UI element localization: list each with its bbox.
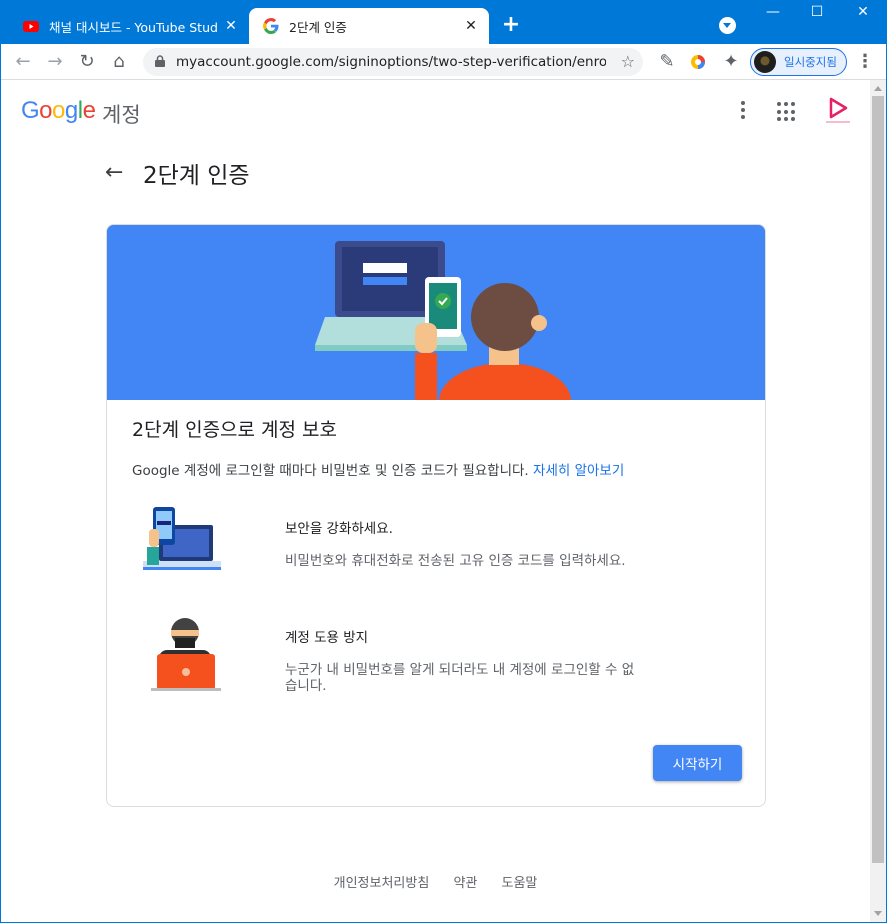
- tab-two-step[interactable]: 2단계 인증 ✕: [249, 8, 489, 44]
- tab-title: 2단계 인증: [289, 19, 347, 35]
- hero-illustration: [107, 225, 765, 400]
- logo-letter: g: [64, 97, 78, 124]
- channel-brand-icon[interactable]: [821, 96, 855, 126]
- footer: 개인정보처리방침 약관 도움말: [1, 872, 870, 891]
- color-extension-icon[interactable]: [690, 54, 706, 70]
- youtube-icon: [23, 21, 39, 32]
- page-scrollbar[interactable]: [870, 80, 886, 922]
- browser-toolbar: ← → ↻ ⌂ myaccount.google.com/signinoptio…: [1, 44, 886, 80]
- apps-grid-icon[interactable]: [777, 102, 797, 122]
- learn-more-link[interactable]: 자세히 알아보기: [533, 463, 624, 479]
- bookmark-star-icon[interactable]: ☆: [621, 48, 635, 76]
- logo-letter: G: [21, 97, 40, 124]
- profile-button[interactable]: 일시중지됨: [750, 48, 847, 76]
- new-tab-icon[interactable]: +: [499, 12, 523, 37]
- card-heading: 2단계 인증으로 계정 보호: [132, 419, 338, 441]
- footer-link-terms[interactable]: 약관: [453, 876, 477, 891]
- phone-laptop-illustration: [143, 507, 221, 570]
- scroll-down-arrow-icon[interactable]: [874, 911, 882, 916]
- logo-letter: o: [39, 97, 53, 124]
- back-arrow-icon[interactable]: ←: [105, 160, 123, 185]
- feature-title: 계정 도용 방지: [285, 630, 369, 646]
- google-g-icon: [263, 18, 279, 34]
- minimize-icon[interactable]: —: [758, 4, 788, 20]
- logo-letter: o: [52, 97, 65, 124]
- browser-menu-icon[interactable]: ⋮: [852, 49, 878, 75]
- description-text: Google 계정에 로그인할 때마다 비밀번호 및 인증 코드가 필요합니다.: [132, 463, 529, 479]
- avatar: [754, 51, 776, 73]
- page-title: 2단계 인증: [143, 163, 250, 189]
- feature-title: 보안을 강화하세요.: [285, 521, 393, 537]
- tab-strip: 채널 대시보드 - YouTube Studio ✕ 2단계 인증 ✕ + — …: [1, 0, 886, 44]
- footer-link-privacy[interactable]: 개인정보처리방침: [334, 876, 430, 891]
- maximize-icon[interactable]: ☐: [802, 4, 832, 20]
- address-bar[interactable]: myaccount.google.com/signinoptions/two-s…: [143, 48, 643, 76]
- tab-close-icon[interactable]: ✕: [459, 18, 483, 34]
- lock-icon: [155, 55, 165, 67]
- card-description: Google 계정에 로그인할 때마다 비밀번호 및 인증 코드가 필요합니다.…: [132, 459, 624, 479]
- tab-close-icon[interactable]: ✕: [219, 18, 243, 34]
- more-options-icon[interactable]: [731, 98, 755, 126]
- tab-title: 채널 대시보드 - YouTube Studio: [49, 19, 219, 35]
- reload-icon[interactable]: ↻: [74, 49, 100, 75]
- home-icon[interactable]: ⌂: [106, 49, 132, 75]
- feature-description: 비밀번호와 휴대전화로 전송된 고유 인증 코드를 입력하세요.: [285, 553, 626, 569]
- logo-letter: e: [82, 97, 96, 124]
- forward-nav-icon[interactable]: →: [42, 49, 68, 75]
- tab-youtube-studio[interactable]: 채널 대시보드 - YouTube Studio ✕: [9, 8, 249, 44]
- window-close-icon[interactable]: ✕: [848, 4, 878, 20]
- footer-link-help[interactable]: 도움말: [502, 876, 538, 891]
- feature-description: 누군가 내 비밀번호를 알게 되더라도 내 계정에 로그인할 수 없습니다.: [285, 662, 635, 694]
- two-step-card: 2단계 인증으로 계정 보호 Google 계정에 로그인할 때마다 비밀번호 …: [106, 224, 766, 807]
- scroll-up-arrow-icon[interactable]: [874, 86, 882, 91]
- start-button[interactable]: 시작하기: [653, 745, 742, 781]
- url-text: myaccount.google.com/signinoptions/two-s…: [176, 54, 606, 70]
- back-nav-icon[interactable]: ←: [10, 49, 36, 75]
- browser-window: 채널 대시보드 - YouTube Studio ✕ 2단계 인증 ✕ + — …: [1, 0, 886, 922]
- page-content: Google 계정 ← 2단계 인증 2단계 인증으로 계정 보호 Google…: [1, 80, 870, 922]
- eyedropper-icon[interactable]: ✎: [654, 49, 680, 75]
- extensions-puzzle-icon[interactable]: ✦: [718, 49, 744, 75]
- google-logo[interactable]: Google: [21, 97, 96, 125]
- scrollbar-thumb[interactable]: [872, 96, 884, 863]
- account-label: 계정: [102, 103, 141, 127]
- hacker-illustration: [151, 618, 221, 691]
- tab-search-icon[interactable]: [719, 17, 736, 34]
- profile-status-label: 일시중지됨: [784, 55, 837, 69]
